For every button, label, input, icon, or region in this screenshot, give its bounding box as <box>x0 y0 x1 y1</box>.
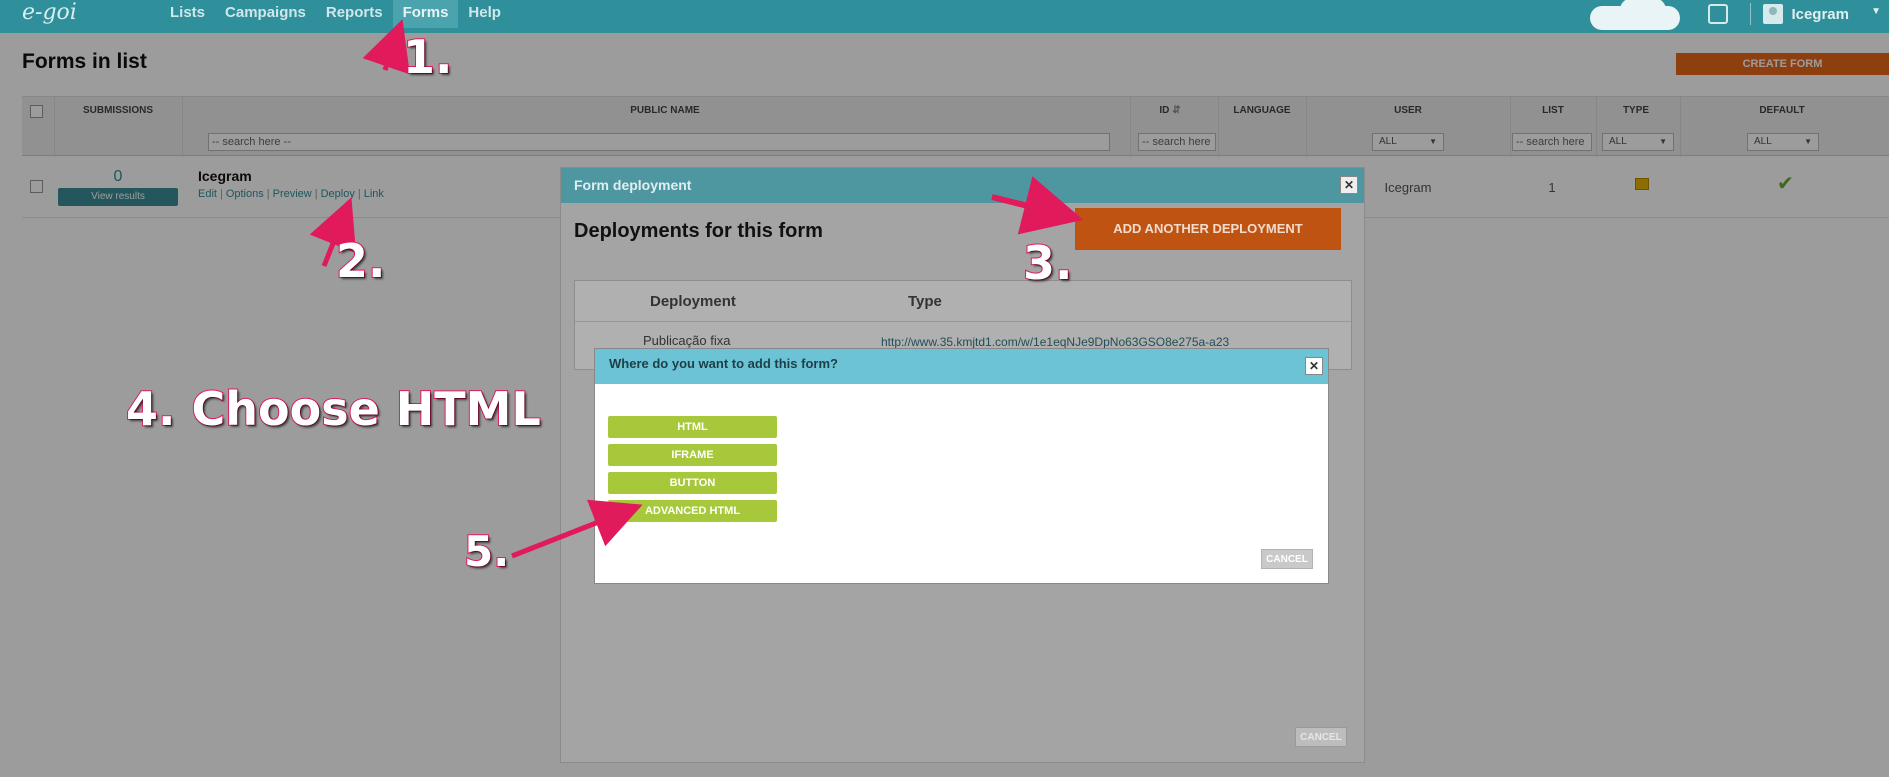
nav-item-lists[interactable]: Lists <box>160 0 215 28</box>
main-menu: Lists Campaigns Reports Forms Help <box>160 0 511 28</box>
close-icon[interactable]: ✕ <box>1340 176 1358 194</box>
type-column-header: Type <box>908 293 942 310</box>
nav-item-forms[interactable]: Forms <box>392 0 459 28</box>
button-option-button[interactable]: BUTTON <box>608 472 777 494</box>
top-nav: e-goi Lists Campaigns Reports Forms Help… <box>0 0 1889 33</box>
close-icon[interactable]: ✕ <box>1305 357 1323 375</box>
gear-icon[interactable] <box>1708 4 1729 24</box>
form-placement-modal: Where do you want to add this form? ✕ HT… <box>594 348 1329 584</box>
annotation-step2: 2. <box>335 233 387 289</box>
add-another-deployment-button[interactable]: ADD ANOTHER DEPLOYMENT <box>1075 208 1341 250</box>
annotation-step1: 1. <box>402 29 454 85</box>
html-option-button[interactable]: HTML <box>608 416 777 438</box>
cloud-decoration <box>1620 0 1666 22</box>
nav-item-help[interactable]: Help <box>458 0 511 28</box>
nav-divider <box>1750 3 1752 25</box>
logo[interactable]: e-goi <box>22 0 77 25</box>
user-area: Icegram ▼ <box>1708 0 1889 28</box>
modal-header: Form deployment <box>561 168 1364 203</box>
iframe-option-button[interactable]: IFRAME <box>608 444 777 466</box>
annotation-step5: 5. <box>463 526 510 577</box>
nav-item-reports[interactable]: Reports <box>316 0 393 28</box>
modal-title: Deployments for this form <box>574 220 823 242</box>
deployment-url[interactable]: http://www.35.kmjtd1.com/w/1e1eqNJe9DpNo… <box>881 335 1229 349</box>
annotation-step4: 4. Choose HTML <box>125 381 542 437</box>
nav-item-campaigns[interactable]: Campaigns <box>215 0 316 28</box>
annotation-step3: 3. <box>1022 235 1074 291</box>
row-divider <box>575 321 1351 322</box>
modal-header: Where do you want to add this form? <box>595 349 1328 384</box>
cancel-button[interactable]: CANCEL <box>1261 549 1313 569</box>
user-avatar-icon[interactable] <box>1763 4 1784 24</box>
deployment-column-header: Deployment <box>650 293 736 310</box>
deployment-name: Publicação fixa <box>643 333 731 348</box>
advanced-html-option-button[interactable]: ADVANCED HTML <box>608 500 777 522</box>
cancel-button[interactable]: CANCEL <box>1295 727 1347 747</box>
chevron-down-icon[interactable]: ▼ <box>1871 6 1881 17</box>
user-name[interactable]: Icegram <box>1791 6 1849 23</box>
